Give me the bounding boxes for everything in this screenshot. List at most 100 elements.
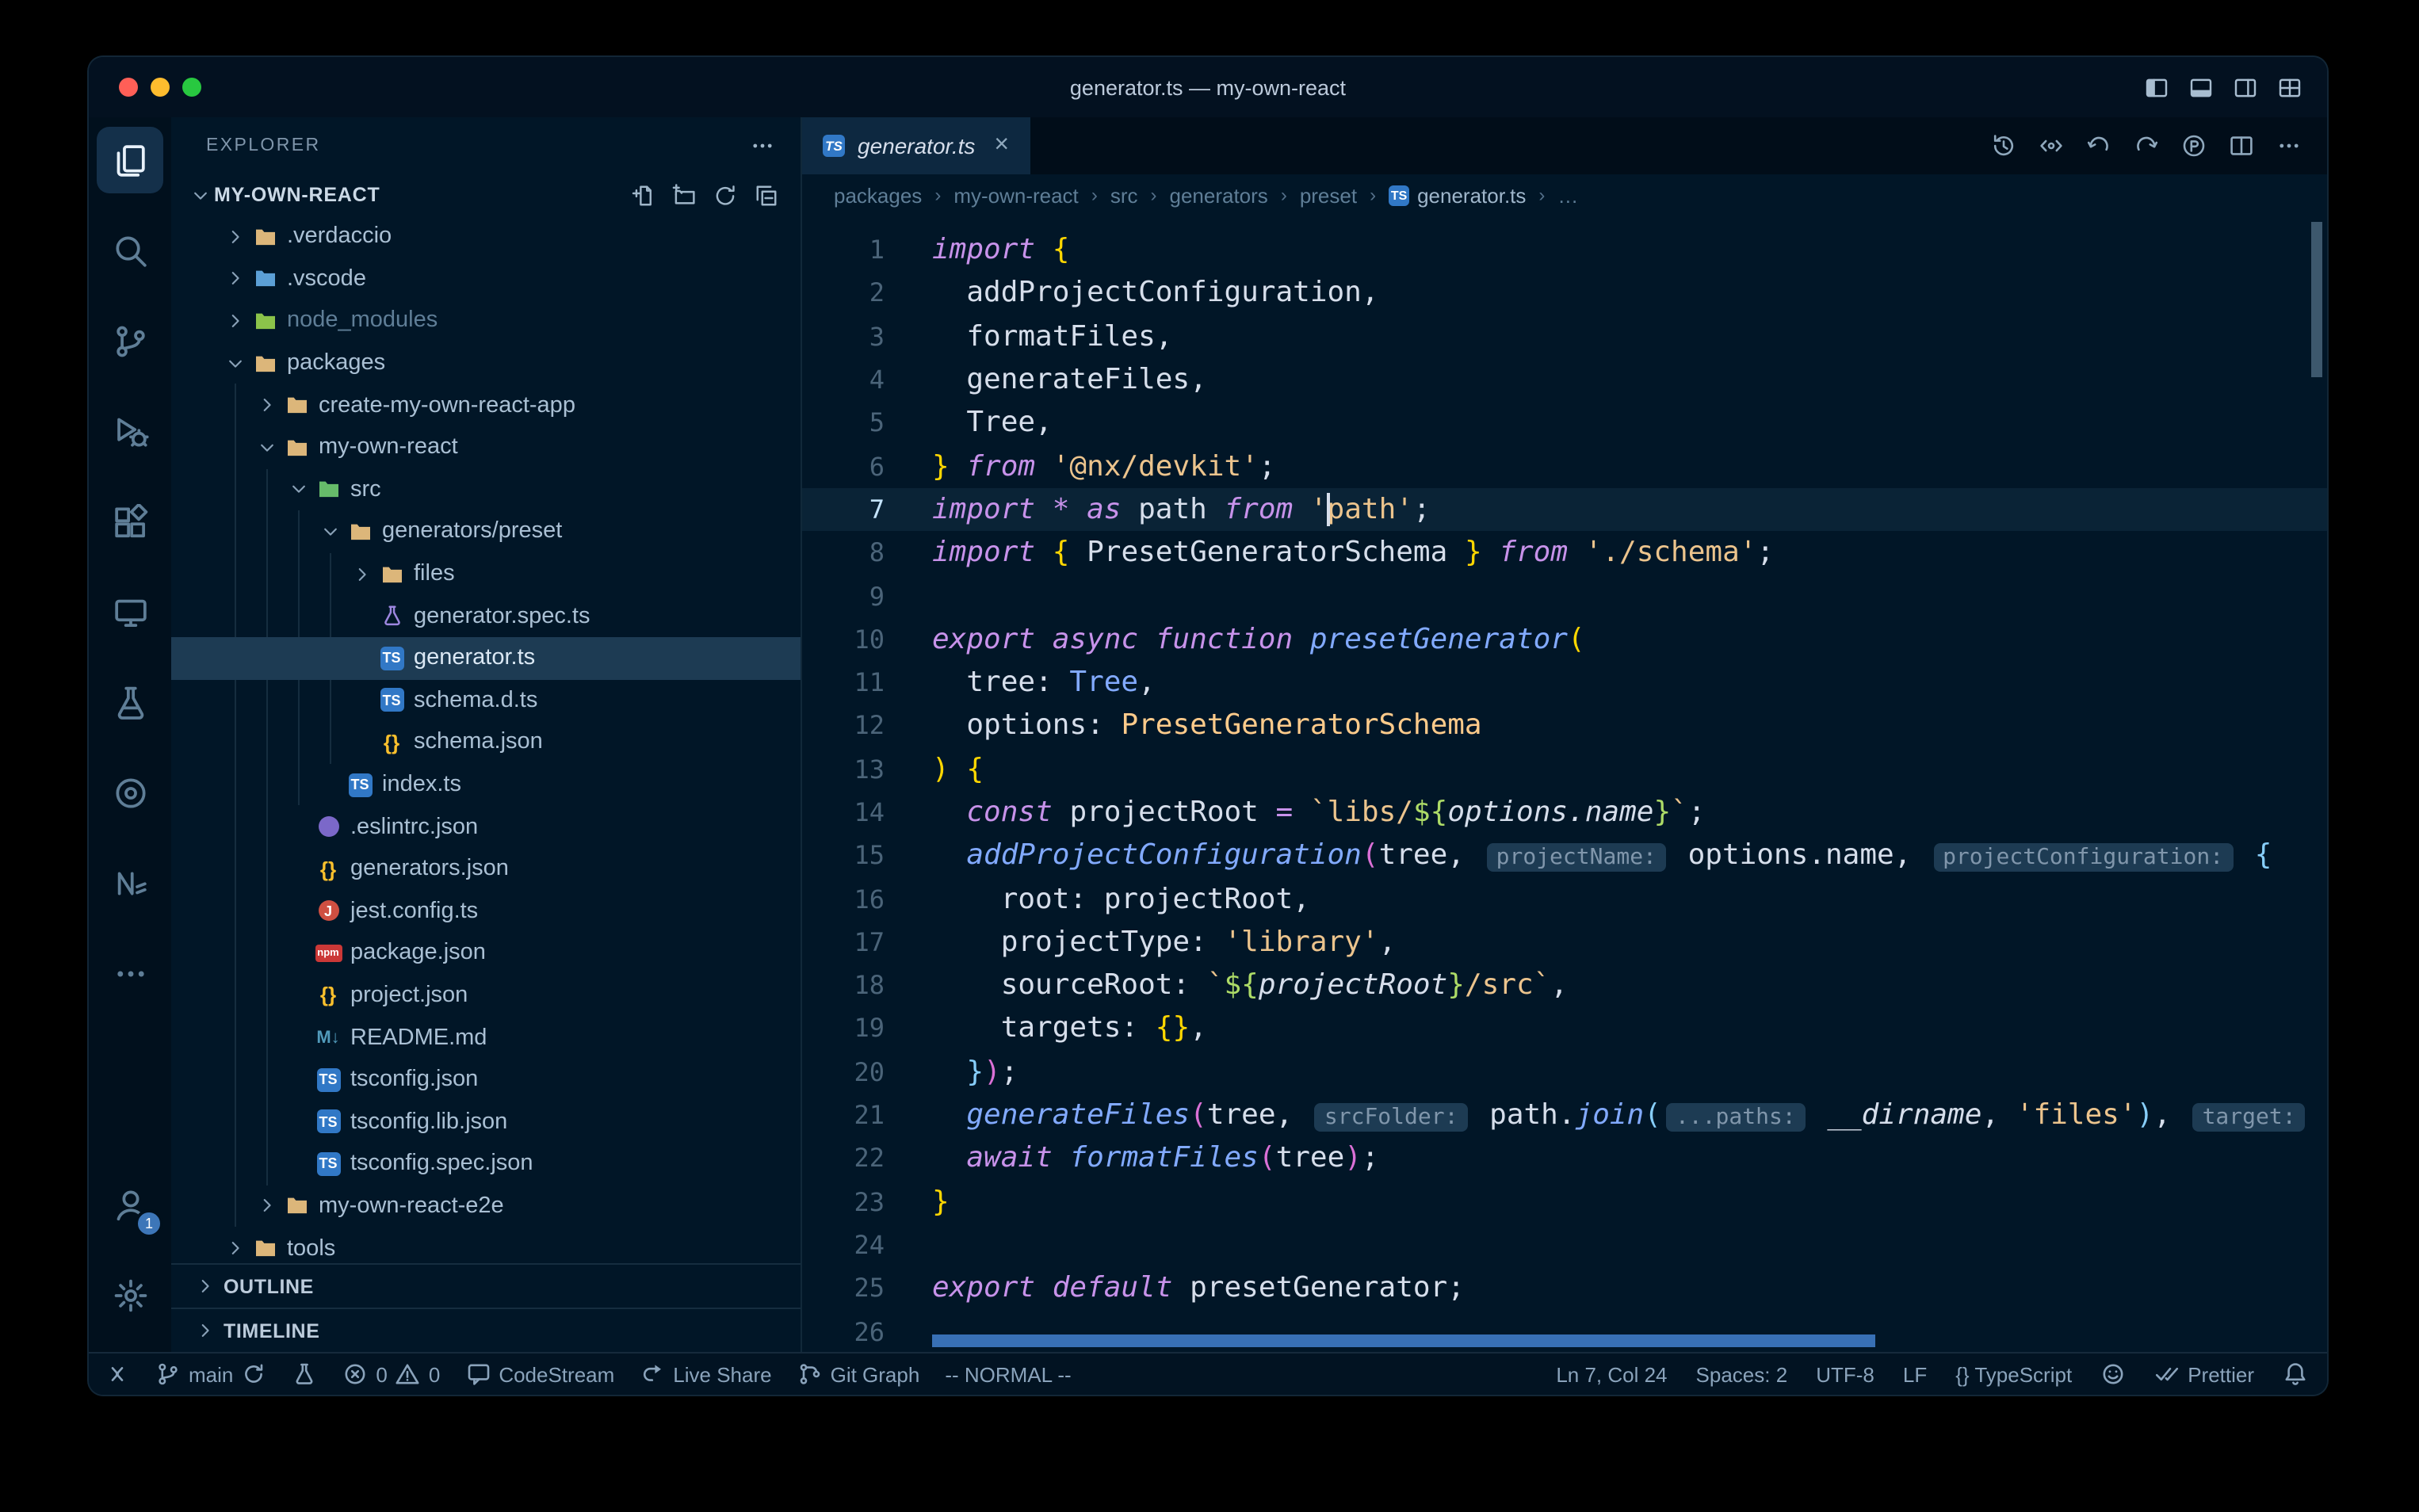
tree-item-packages[interactable]: packages [171,342,801,384]
tree-item-vscode[interactable]: .vscode [171,258,801,300]
toggle-panel-icon[interactable] [2189,75,2213,99]
open-changes-icon[interactable] [2039,133,2064,158]
activity-additional-views[interactable] [97,940,163,1006]
status-eol[interactable]: LF [1903,1362,1927,1386]
tree-item-readme-md[interactable]: M↓ README.md [171,1017,801,1059]
customize-layout-icon[interactable] [2278,75,2302,99]
status-git-graph[interactable]: Git Graph [797,1361,920,1387]
activity-nx-console[interactable] [97,850,163,916]
status-cursor-position[interactable]: Ln 7, Col 24 [1556,1362,1667,1386]
chevron-right-icon [193,1276,216,1296]
tree-item-tsconfig-lib-json[interactable]: TS tsconfig.lib.json [171,1101,801,1143]
activity-accounts[interactable]: 1 [97,1171,163,1238]
status-vim-mode[interactable]: -- NORMAL -- [945,1362,1071,1386]
tree-item-package-json[interactable]: npm package.json [171,932,801,974]
status-encoding[interactable]: UTF-8 [1816,1362,1874,1386]
tree-item-jest-config-ts[interactable]: J jest.config.ts [171,890,801,932]
outline-panel-header[interactable]: OUTLINE [171,1263,801,1308]
status-problems[interactable]: 00 [342,1361,440,1387]
code-line-14: 14 const projectRoot = `libs/${options.n… [802,791,2327,834]
breadcrumb-item-my-own-react[interactable]: my-own-react [953,183,1079,207]
tree-item-project-json[interactable]: {} project.json [171,974,801,1016]
close-tab-icon[interactable]: × [994,132,1009,160]
tree-item-eslintrc-json[interactable]: .eslintrc.json [171,806,801,848]
tree-item-my-own-react[interactable]: my-own-react [171,426,801,468]
status-live-share[interactable]: Live Share [640,1361,771,1387]
breadcrumb-item-generators[interactable]: generators [1170,183,1268,207]
tree-item-files[interactable]: files [171,553,801,595]
breadcrumb-item-preset[interactable]: preset [1300,183,1357,207]
tree-item-label: my-own-react [319,435,458,460]
tree-item-schema-d-ts[interactable]: TS schema.d.ts [171,679,801,721]
more-editor-actions-icon[interactable] [2276,133,2302,158]
tree-item-node-modules[interactable]: node_modules [171,300,801,342]
activity-gitlens[interactable] [97,759,163,826]
explorer-section-header[interactable]: MY-OWN-REACT [171,174,801,216]
run-code-icon[interactable] [2181,133,2207,158]
status-codestream[interactable]: CodeStream [465,1361,614,1387]
tree-item-verdaccio[interactable]: .verdaccio [171,216,801,258]
tree-item-generator-ts[interactable]: TS generator.ts [171,637,801,679]
line-number: 23 [802,1186,904,1216]
tree-item-create-my-own-react-app[interactable]: create-my-own-react-app [171,384,801,426]
breadcrumb-more[interactable]: … [1557,183,1578,207]
activity-testing[interactable] [97,669,163,735]
breadcrumb-item-src[interactable]: src [1110,183,1138,207]
activity-explorer[interactable] [97,127,163,193]
tree-item-schema-json[interactable]: {} schema.json [171,721,801,763]
split-editor-icon[interactable] [2229,133,2254,158]
status-feedback[interactable] [2100,1361,2126,1387]
vertical-scrollbar[interactable] [2311,222,2322,377]
activity-settings[interactable] [97,1262,163,1328]
status-notifications[interactable] [2283,1361,2308,1387]
horizontal-scrollbar[interactable] [932,1334,1875,1347]
cursor-caret [1327,493,1330,526]
tree-item-tsconfig-spec-json[interactable]: TS tsconfig.spec.json [171,1143,801,1185]
timeline-panel-header[interactable]: TIMELINE [171,1308,801,1352]
activity-source-control[interactable] [97,307,163,374]
navigate-forward-icon[interactable] [2134,133,2159,158]
minimize-window-button[interactable] [151,78,170,97]
activity-remote-explorer[interactable] [97,578,163,645]
tab-label: generator.ts [858,133,975,158]
tree-item-generator-spec-ts[interactable]: generator.spec.ts [171,595,801,637]
tree-item-generators-preset[interactable]: generators/preset [171,510,801,552]
breadcrumb-item-packages[interactable]: packages [834,183,922,207]
status-remote-indicator[interactable] [105,1361,130,1387]
refresh-explorer-icon[interactable] [713,183,737,207]
sidebar-more-actions-icon[interactable] [750,133,775,158]
code-line-3: 3 formatFiles, [802,315,2327,358]
tree-item-generators-json[interactable]: {} generators.json [171,848,801,890]
tree-item-src[interactable]: src [171,468,801,510]
code-line-22: 22 await formatFiles(tree); [802,1136,2327,1180]
close-window-button[interactable] [119,78,138,97]
new-folder-icon[interactable] [672,183,696,207]
activity-extensions[interactable] [97,488,163,555]
navigate-back-icon[interactable] [2086,133,2111,158]
tree-item-tools[interactable]: tools [171,1228,801,1264]
collapse-folders-icon[interactable] [755,183,778,207]
status-language-mode[interactable]: {} TypeScript [1955,1362,2072,1386]
status-git-branch[interactable]: main [155,1361,266,1387]
status-test-status[interactable] [292,1361,317,1387]
tree-item-my-own-react-e2e[interactable]: my-own-react-e2e [171,1185,801,1227]
inlay-hint: ...paths: [1666,1103,1806,1132]
breadcrumb-file[interactable]: TSgenerator.ts [1389,183,1526,207]
zoom-window-button[interactable] [182,78,201,97]
local-history-icon[interactable] [1991,133,2016,158]
status-prettier[interactable]: Prettier [2154,1361,2254,1387]
toggle-secondary-sidebar-icon[interactable] [2234,75,2257,99]
tree-item-tsconfig-json[interactable]: TS tsconfig.json [171,1059,801,1101]
tree-item-index-ts[interactable]: TS index.ts [171,763,801,805]
new-file-icon[interactable] [631,183,655,207]
status-indentation[interactable]: Spaces: 2 [1696,1362,1788,1386]
status-left-items: main 00 CodeStream Live Share Git Graph -- NO… [105,1361,1072,1387]
explorer-actions [631,183,801,207]
chevron-right-icon [222,227,249,247]
tab-generator-ts[interactable]: TS generator.ts × [802,117,1030,174]
toggle-primary-sidebar-icon[interactable] [2145,75,2169,99]
code-editor[interactable]: 1import { 2 addProjectConfiguration, 3 f… [802,216,2327,1352]
folder-icon [249,225,281,249]
activity-search[interactable] [97,217,163,284]
activity-run-and-debug[interactable] [97,398,163,464]
